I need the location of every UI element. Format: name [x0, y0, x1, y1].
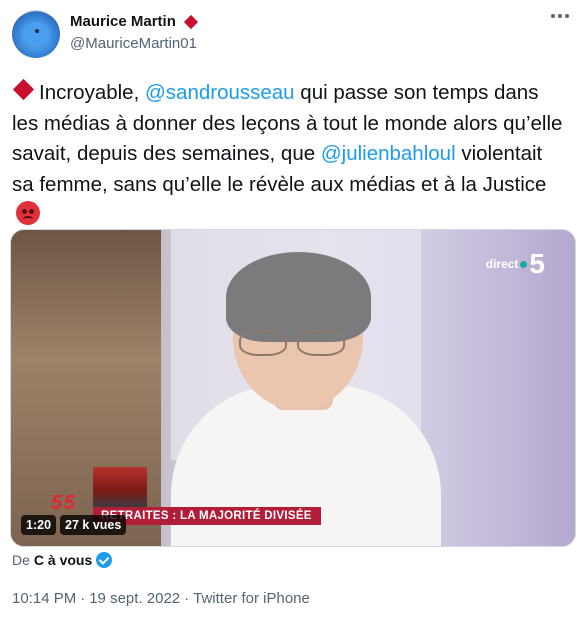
video-person-hair	[226, 252, 371, 342]
more-options-icon[interactable]	[551, 14, 569, 18]
embedded-video[interactable]: direct 5 5 5 RETRAITES : LA MAJORITÉ DIV…	[10, 229, 576, 547]
verified-badge-icon	[96, 552, 113, 568]
news-ticker: RETRAITES : LA MAJORITÉ DIVISÉE	[93, 507, 321, 525]
tweet-meta: 10:14 PM · 19 sept. 2022 · Twitter for iPhon…	[12, 590, 310, 607]
source-prefix: De	[12, 552, 30, 568]
tweet-header: Maurice Martin @MauriceMartin01	[12, 10, 571, 62]
video-duration: 1:20	[21, 515, 57, 535]
channel-logo: direct 5	[486, 248, 545, 280]
video-source: De C à vous	[12, 552, 113, 568]
channel-logo-text: direct	[485, 257, 519, 271]
tweet-date[interactable]: 19 sept. 2022	[89, 590, 180, 607]
meta-separator: ·	[80, 590, 86, 607]
source-name[interactable]: C à vous	[34, 552, 92, 568]
author-handle[interactable]: @MauriceMartin01	[70, 35, 197, 52]
channel-logo-number: 5	[529, 248, 545, 279]
tweet-text: Incroyable, @sandrousseau qui passe son …	[12, 78, 564, 231]
red-diamond-icon	[12, 78, 35, 101]
video-views: 27 k vues	[60, 515, 127, 535]
red-diamond-icon	[183, 14, 198, 29]
show-logo: 5 5	[51, 492, 75, 514]
author-avatar[interactable]	[12, 10, 60, 58]
mention-link[interactable]: @sandrousseau	[145, 81, 295, 104]
display-name-text[interactable]: Maurice Martin	[70, 13, 176, 30]
bluebird-icon	[22, 22, 50, 46]
author-display-name[interactable]: Maurice Martin	[70, 13, 198, 30]
video-badges: 1:20 27 k vues	[21, 515, 127, 535]
news-thumbnail	[93, 467, 147, 507]
channel-logo-dot	[520, 260, 528, 268]
author-name-block: Maurice Martin @MauriceMartin01	[70, 13, 198, 52]
meta-separator: ·	[184, 590, 190, 607]
mention-link[interactable]: @julienbahloul	[321, 142, 456, 165]
tweet-client[interactable]: Twitter for iPhone	[193, 590, 310, 607]
glasses	[239, 330, 357, 356]
angry-face-icon	[16, 201, 40, 225]
tweet-time[interactable]: 10:14 PM	[12, 590, 76, 607]
bird-eye	[35, 29, 39, 33]
tweet-text-part: Incroyable,	[39, 81, 145, 104]
